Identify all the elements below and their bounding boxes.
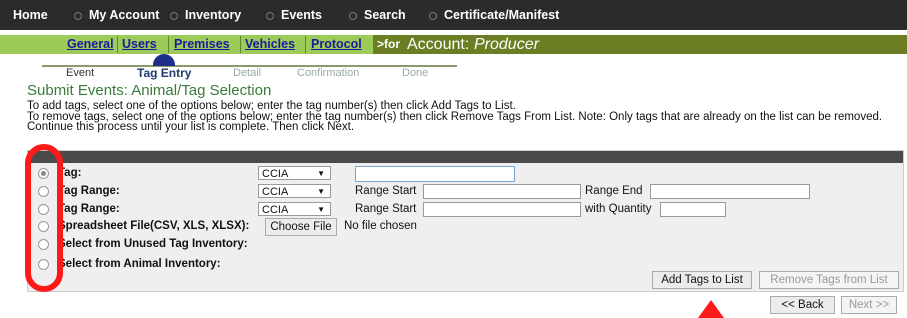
row-tag-range: Tag Range: CCIA ▼ Range Start Range End bbox=[28, 184, 903, 200]
account-label: Account: bbox=[407, 36, 470, 53]
add-tags-button[interactable]: Add Tags to List bbox=[652, 271, 752, 289]
wizard-progress: Event Tag Entry Detail Confirmation Done bbox=[0, 54, 907, 82]
choose-file-button[interactable]: Choose File bbox=[265, 218, 337, 236]
quantity-input[interactable] bbox=[660, 202, 726, 217]
nav-home-label: Home bbox=[13, 8, 48, 22]
wizard-step-tag-entry: Tag Entry bbox=[137, 66, 192, 80]
range-end-label: Range End bbox=[585, 185, 643, 197]
tag-range-type-value: CCIA bbox=[262, 186, 289, 198]
range-start-label-2: Range Start bbox=[355, 203, 417, 215]
tag-quantity-type-value: CCIA bbox=[262, 204, 289, 216]
label-spreadsheet: Spreadsheet File(CSV, XLS, XLSX): bbox=[58, 220, 250, 232]
next-button[interactable]: Next >> bbox=[841, 296, 897, 314]
subnav-vehicles[interactable]: Vehicles bbox=[245, 35, 295, 54]
wizard-current-marker bbox=[153, 54, 175, 66]
subnav-protocol[interactable]: Protocol bbox=[311, 35, 362, 54]
back-button[interactable]: << Back bbox=[770, 296, 835, 314]
label-tag-range-quantity: Tag Range: bbox=[58, 203, 120, 215]
nav-my-account[interactable]: My Account bbox=[74, 0, 159, 30]
instruction-add: To add tags, select one of the options b… bbox=[27, 100, 516, 112]
panel-header-bar bbox=[28, 151, 903, 163]
annotation-highlight-oval bbox=[25, 144, 63, 292]
label-unused-inventory: Select from Unused Tag Inventory: bbox=[58, 238, 248, 250]
range-end-input[interactable] bbox=[650, 184, 810, 199]
account-name: Producer bbox=[474, 36, 539, 53]
nav-search[interactable]: Search bbox=[349, 0, 406, 30]
subnav-general[interactable]: General bbox=[67, 35, 114, 54]
nav-my-account-label: My Account bbox=[89, 8, 160, 22]
bullet-icon bbox=[170, 11, 178, 20]
label-animal-inventory: Select from Animal Inventory: bbox=[58, 258, 221, 270]
tag-range-type-select[interactable]: CCIA ▼ bbox=[258, 184, 331, 198]
nav-events-label: Events bbox=[281, 8, 322, 22]
tag-selection-panel: Tag: CCIA ▼ Tag Range: CCIA ▼ Range Start … bbox=[27, 150, 904, 292]
tag-quantity-type-select[interactable]: CCIA ▼ bbox=[258, 202, 331, 216]
nav-certificate-manifest[interactable]: Certificate/Manifest bbox=[429, 0, 559, 30]
bullet-icon bbox=[429, 11, 437, 20]
row-tag: Tag: CCIA ▼ bbox=[28, 166, 903, 182]
annotation-arrow-icon bbox=[698, 300, 724, 318]
row-unused-inventory: Select from Unused Tag Inventory: bbox=[28, 237, 903, 253]
remove-tags-button[interactable]: Remove Tags from List bbox=[759, 271, 899, 289]
wizard-step-detail: Detail bbox=[233, 67, 262, 79]
nav-certificate-label: Certificate/Manifest bbox=[444, 8, 560, 22]
bullet-icon bbox=[74, 11, 82, 20]
subnav-users[interactable]: Users bbox=[122, 35, 157, 54]
divider bbox=[168, 36, 169, 53]
nav-events[interactable]: Events bbox=[266, 0, 322, 30]
account-prefix: >for bbox=[377, 37, 401, 51]
tag-number-input[interactable] bbox=[355, 166, 515, 182]
wizard-step-event: Event bbox=[66, 67, 95, 79]
with-quantity-label: with Quantity bbox=[585, 203, 652, 215]
subnav-premises[interactable]: Premises bbox=[174, 35, 230, 54]
wizard-step-confirmation: Confirmation bbox=[297, 67, 360, 79]
bullet-icon bbox=[349, 11, 357, 20]
divider bbox=[117, 36, 118, 53]
page-title: Submit Events: Animal/Tag Selection bbox=[27, 82, 272, 99]
chevron-down-icon: ▼ bbox=[317, 205, 325, 214]
divider bbox=[240, 36, 241, 53]
row-tag-range-quantity: Tag Range: CCIA ▼ Range Start with Quanti… bbox=[28, 202, 903, 218]
wizard-step-done: Done bbox=[402, 67, 429, 79]
row-spreadsheet: Spreadsheet File(CSV, XLS, XLSX): Choose… bbox=[28, 218, 903, 236]
sub-navigation: General Users Premises Vehicles Protocol… bbox=[0, 35, 907, 54]
no-file-text: No file chosen bbox=[344, 220, 417, 232]
nav-home[interactable]: Home bbox=[13, 0, 48, 30]
nav-search-label: Search bbox=[364, 8, 406, 22]
tag-type-select[interactable]: CCIA ▼ bbox=[258, 166, 331, 180]
divider bbox=[305, 36, 306, 53]
account-context: >for Account: Producer bbox=[373, 35, 907, 54]
label-tag-range: Tag Range: bbox=[58, 185, 120, 197]
bullet-icon bbox=[266, 11, 274, 20]
range-start-input[interactable] bbox=[423, 184, 581, 199]
chevron-down-icon: ▼ bbox=[317, 169, 325, 178]
chevron-down-icon: ▼ bbox=[317, 187, 325, 196]
instruction-continue: Continue this process until your list is… bbox=[27, 121, 355, 133]
nav-inventory[interactable]: Inventory bbox=[170, 0, 241, 30]
range-start-input-2[interactable] bbox=[423, 202, 581, 217]
top-navigation: Home My Account Inventory Events Search … bbox=[0, 0, 907, 30]
range-start-label: Range Start bbox=[355, 185, 417, 197]
tag-type-value: CCIA bbox=[262, 168, 289, 180]
instructions: To add tags, select one of the options b… bbox=[27, 101, 887, 133]
nav-inventory-label: Inventory bbox=[185, 8, 242, 22]
